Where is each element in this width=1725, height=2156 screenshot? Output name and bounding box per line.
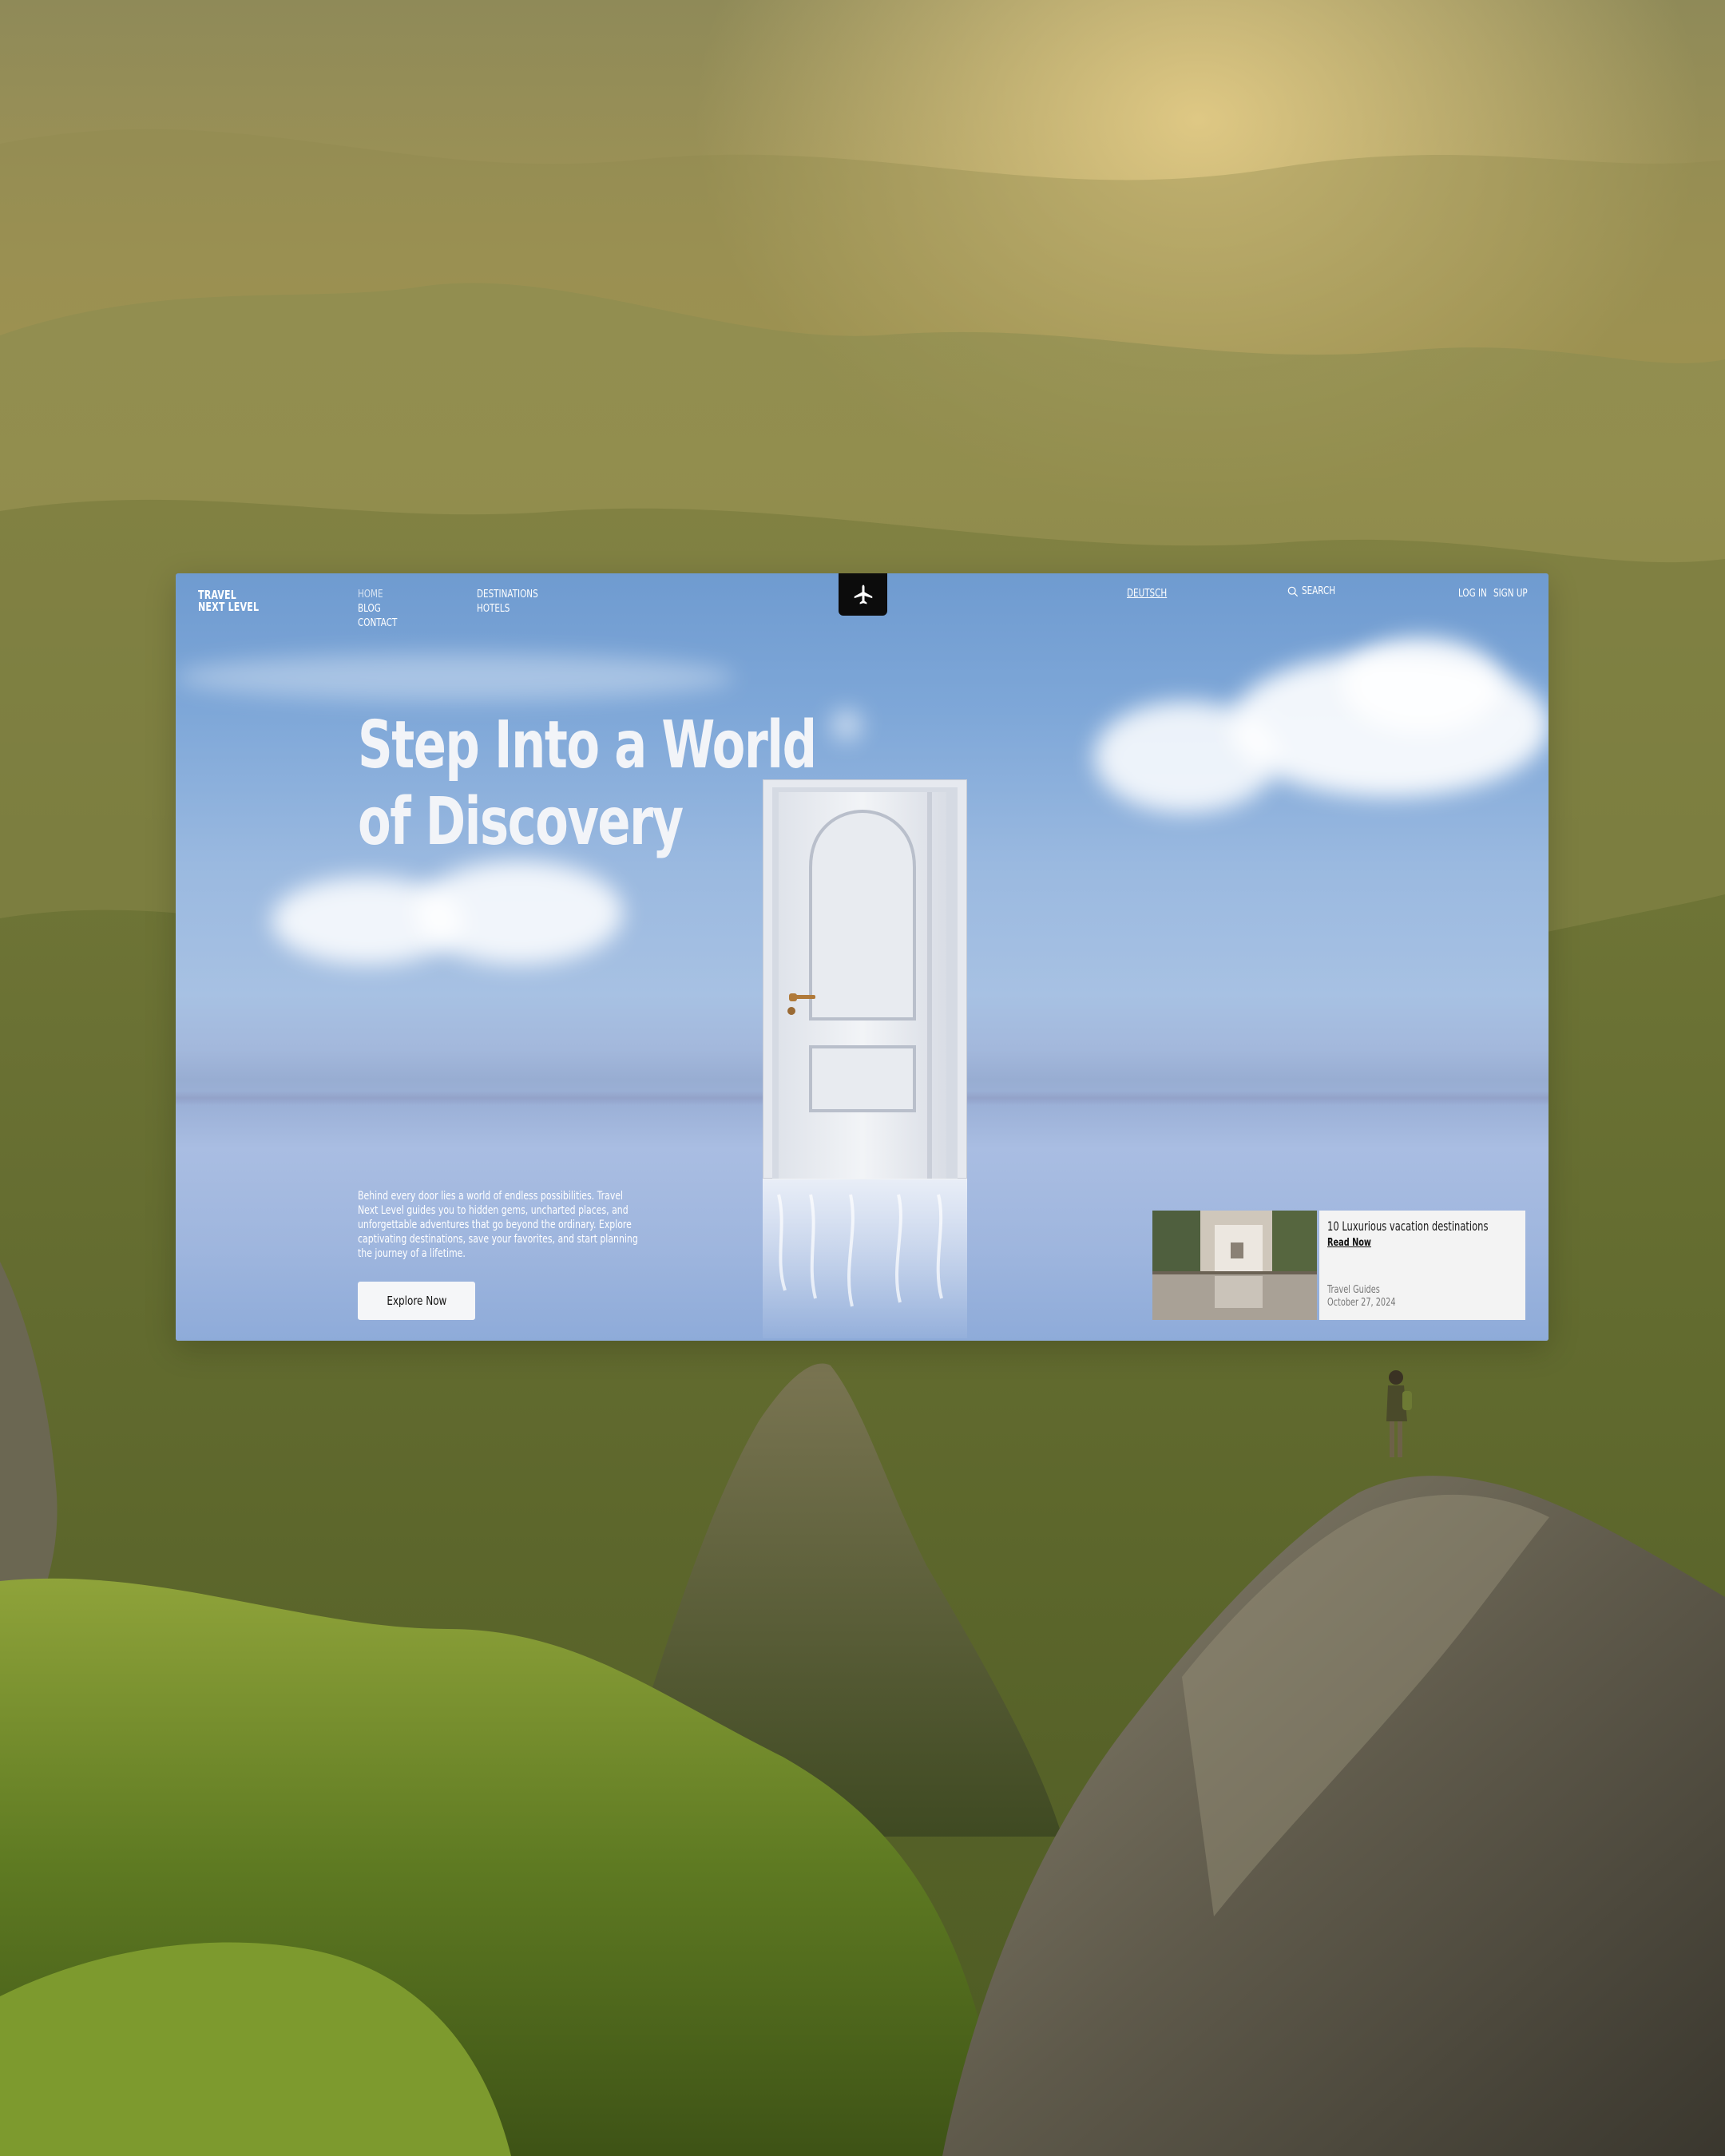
top-navigation: TRAVEL NEXT LEVEL HOME BLOG CONTACT DEST…: [176, 573, 1549, 637]
search-button[interactable]: SEARCH: [1287, 585, 1344, 597]
read-now-link[interactable]: Read Now: [1327, 1237, 1371, 1249]
explore-now-button[interactable]: Explore Now: [358, 1282, 475, 1320]
article-category: Travel Guides: [1327, 1284, 1380, 1296]
airplane-icon: [854, 585, 872, 604]
article-info: 10 Luxurious vacation destinations Read …: [1319, 1211, 1525, 1320]
language-switch-link[interactable]: DEUTSCH: [1127, 588, 1167, 600]
home-logo-button[interactable]: [839, 573, 887, 616]
cloud: [176, 653, 735, 701]
login-link[interactable]: LOG IN: [1458, 588, 1487, 600]
article-title[interactable]: 10 Luxurious vacation destinations: [1327, 1219, 1488, 1234]
nav-link-home[interactable]: HOME: [358, 588, 397, 602]
search-icon: [1287, 586, 1299, 596]
nav-link-hotels[interactable]: HOTELS: [477, 602, 538, 616]
article-date: October 27, 2024: [1327, 1297, 1396, 1309]
brand-logo-text[interactable]: TRAVEL NEXT LEVEL: [198, 589, 259, 613]
signup-link[interactable]: SIGN UP: [1493, 588, 1528, 600]
brand-line-2: NEXT LEVEL: [198, 600, 260, 614]
auth-links: LOG IN SIGN UP: [1458, 588, 1528, 600]
cloud: [415, 861, 623, 965]
search-label: SEARCH: [1302, 585, 1336, 597]
nav-link-destinations[interactable]: DESTINATIONS: [477, 588, 538, 602]
door-illustration: [762, 779, 968, 1338]
headline-line-1: Step Into a World: [358, 707, 817, 783]
hero-headline: Step Into a World of Discovery: [358, 707, 817, 861]
explore-now-label: Explore Now: [386, 1294, 446, 1308]
featured-article-card[interactable]: 10 Luxurious vacation destinations Read …: [1152, 1211, 1525, 1320]
nav-link-blog[interactable]: BLOG: [358, 602, 397, 616]
headline-line-2: of Discovery: [358, 784, 684, 860]
nav-column-primary: HOME BLOG CONTACT: [358, 588, 407, 631]
nav-link-contact[interactable]: CONTACT: [358, 616, 397, 631]
hero-section: TRAVEL NEXT LEVEL HOME BLOG CONTACT DEST…: [176, 573, 1549, 1341]
article-thumbnail[interactable]: [1152, 1211, 1317, 1320]
nav-column-secondary: DESTINATIONS HOTELS: [477, 588, 553, 616]
cloud: [831, 709, 862, 741]
cloud: [1342, 637, 1501, 733]
hero-description: Behind every door lies a world of endles…: [358, 1190, 638, 1260]
